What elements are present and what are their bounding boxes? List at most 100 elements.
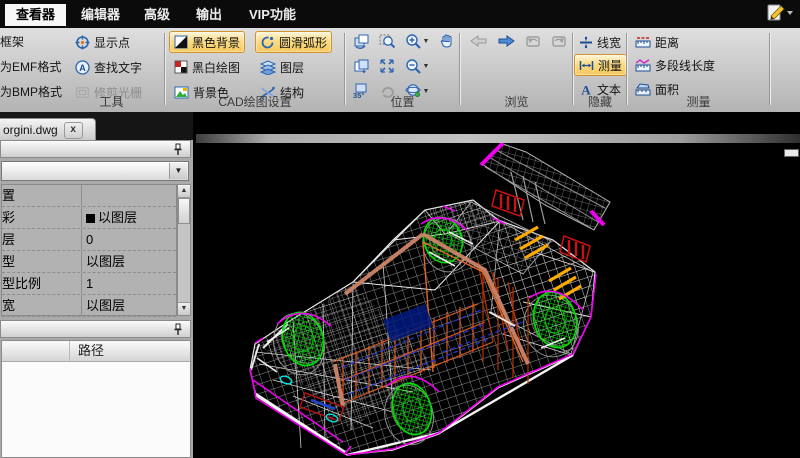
forward-button[interactable] [494, 31, 518, 51]
ribbon-toolbar: 框架 为EMF格式 为BMP格式 显示点 A 查找文字 修剪光栅 工具 [0, 28, 800, 114]
rotate-view-button[interactable] [349, 31, 373, 51]
property-row[interactable]: 色彩 以图层 [2, 207, 176, 229]
properties-side-panel: ▼ 位置 色彩 以图层 图层 0 线型 以图层 线型比例 1 线宽 以图层 ▲ [0, 140, 193, 458]
smooth-arc-button[interactable]: 圆滑弧形 [255, 31, 332, 53]
find-text-button[interactable]: A 查找文字 [70, 56, 147, 78]
property-grid: 位置 色彩 以图层 图层 0 线型 以图层 线型比例 1 线宽 以图层 [1, 184, 177, 316]
black-background-button[interactable]: 黑色背景 [169, 31, 245, 53]
document-tab[interactable]: orgini.dwg x [0, 118, 96, 141]
undo-view-button [521, 31, 545, 51]
scroll-down-icon[interactable]: ▼ [178, 302, 190, 315]
copy-view-icon [353, 58, 370, 74]
paths-table-header[interactable]: 路径 [2, 341, 190, 362]
measure-toggle-button[interactable]: 测量 [574, 54, 627, 76]
zoom-out-icon [405, 58, 422, 74]
smooth-arc-icon [260, 35, 275, 50]
menu-editor[interactable]: 编辑器 [70, 4, 131, 26]
rotate-view-icon [353, 33, 370, 49]
menu-viewer[interactable]: 查看器 [5, 4, 66, 26]
pushpin-icon[interactable] [173, 143, 183, 156]
linewidth-icon [579, 36, 593, 49]
property-value [82, 185, 176, 206]
frame-button[interactable]: 框架 [0, 34, 24, 50]
group-label-position: 位置 [346, 93, 459, 110]
menu-vip[interactable]: VIP功能 [238, 4, 307, 26]
svg-text:A: A [79, 63, 86, 73]
black-background-icon [174, 35, 188, 49]
color-swatch [86, 214, 95, 223]
pan-button[interactable] [435, 31, 459, 51]
distance-icon [635, 36, 651, 49]
linewidth-button[interactable]: 线宽 [574, 31, 626, 53]
canvas-top-border [196, 134, 800, 143]
smooth-arc-label: 圆滑弧形 [279, 34, 327, 51]
property-value: 以图层 [82, 251, 176, 272]
edit-document-icon[interactable] [760, 2, 796, 24]
scrollbar-thumb[interactable] [178, 198, 190, 224]
bw-drawing-icon [174, 60, 188, 74]
pan-hand-icon [439, 33, 455, 49]
back-arrow-icon [470, 34, 488, 48]
zoom-out-button[interactable]: ▼ [401, 56, 433, 76]
document-tab-label: orgini.dwg [3, 123, 58, 137]
ribbon-group-browse: 浏览 [461, 28, 572, 112]
menu-advanced[interactable]: 高级 [133, 4, 181, 26]
paths-table: 路径 [1, 340, 191, 458]
bw-drawing-label: 黑白绘图 [192, 59, 240, 76]
scroll-up-icon[interactable]: ▲ [178, 185, 190, 198]
distance-button[interactable]: 距离 [630, 31, 684, 53]
black-background-label: 黑色背景 [192, 34, 240, 51]
find-text-icon: A [75, 60, 90, 75]
undo-view-icon [525, 34, 541, 48]
properties-panel-header[interactable] [0, 140, 191, 158]
zoom-in-icon [405, 33, 422, 49]
property-value: 1 [82, 273, 176, 294]
measure-label: 测量 [598, 57, 622, 74]
bw-drawing-button[interactable]: 黑白绘图 [169, 56, 245, 78]
show-point-button[interactable]: 显示点 [70, 31, 135, 53]
group-label-hide: 隐藏 [574, 93, 626, 110]
layers-icon [260, 60, 276, 75]
property-row[interactable]: 图层 0 [2, 229, 176, 251]
redo-view-icon [551, 34, 567, 48]
copy-view-button[interactable] [349, 56, 373, 76]
property-row[interactable]: 线型比例 1 [2, 273, 176, 295]
export-emf-button[interactable]: 为EMF格式 [0, 59, 61, 75]
document-tab-strip: orgini.dwg x [0, 112, 196, 140]
property-grid-scrollbar[interactable]: ▲ ▼ [177, 184, 191, 316]
property-value: 以图层 [82, 295, 176, 316]
paths-panel-header[interactable] [0, 320, 191, 338]
zoom-in-button[interactable]: ▼ [401, 31, 433, 51]
selection-dropdown[interactable]: ▼ [1, 161, 189, 181]
zoom-window-button[interactable] [375, 31, 399, 51]
property-label: 色彩 [2, 207, 15, 228]
group-label-measure: 测量 [628, 93, 769, 110]
distance-label: 距离 [655, 34, 679, 51]
property-label: 线宽 [2, 295, 15, 316]
zoom-extents-button[interactable] [375, 56, 399, 76]
layers-label: 图层 [280, 59, 304, 76]
canvas-scroll-corner [784, 149, 799, 157]
polyline-length-button[interactable]: 多段线长度 [630, 54, 720, 76]
dropdown-arrow-icon: ▼ [423, 63, 430, 70]
zoom-extents-icon [379, 58, 395, 74]
polyline-length-icon [635, 59, 651, 72]
show-point-label: 显示点 [94, 34, 130, 51]
chevron-down-icon[interactable]: ▼ [169, 163, 187, 179]
pushpin-icon[interactable] [173, 323, 183, 336]
show-point-icon [75, 35, 90, 50]
group-label-cad-settings: CAD绘图设置 [166, 93, 344, 110]
menu-output[interactable]: 输出 [185, 4, 233, 26]
property-row[interactable]: 线型 以图层 [2, 251, 176, 273]
paths-column-path: 路径 [70, 341, 190, 361]
ribbon-separator [769, 33, 771, 105]
property-value: 0 [82, 229, 176, 250]
layers-button[interactable]: 图层 [255, 56, 309, 78]
property-row[interactable]: 位置 [2, 185, 176, 207]
drawing-canvas[interactable] [193, 112, 800, 458]
property-label: 图层 [2, 229, 15, 250]
menu-bar: 查看器 编辑器 高级 输出 VIP功能 [0, 0, 800, 29]
property-label: 位置 [2, 185, 15, 206]
property-row[interactable]: 线宽 以图层 [2, 295, 176, 317]
tab-close-icon[interactable]: x [64, 122, 83, 139]
